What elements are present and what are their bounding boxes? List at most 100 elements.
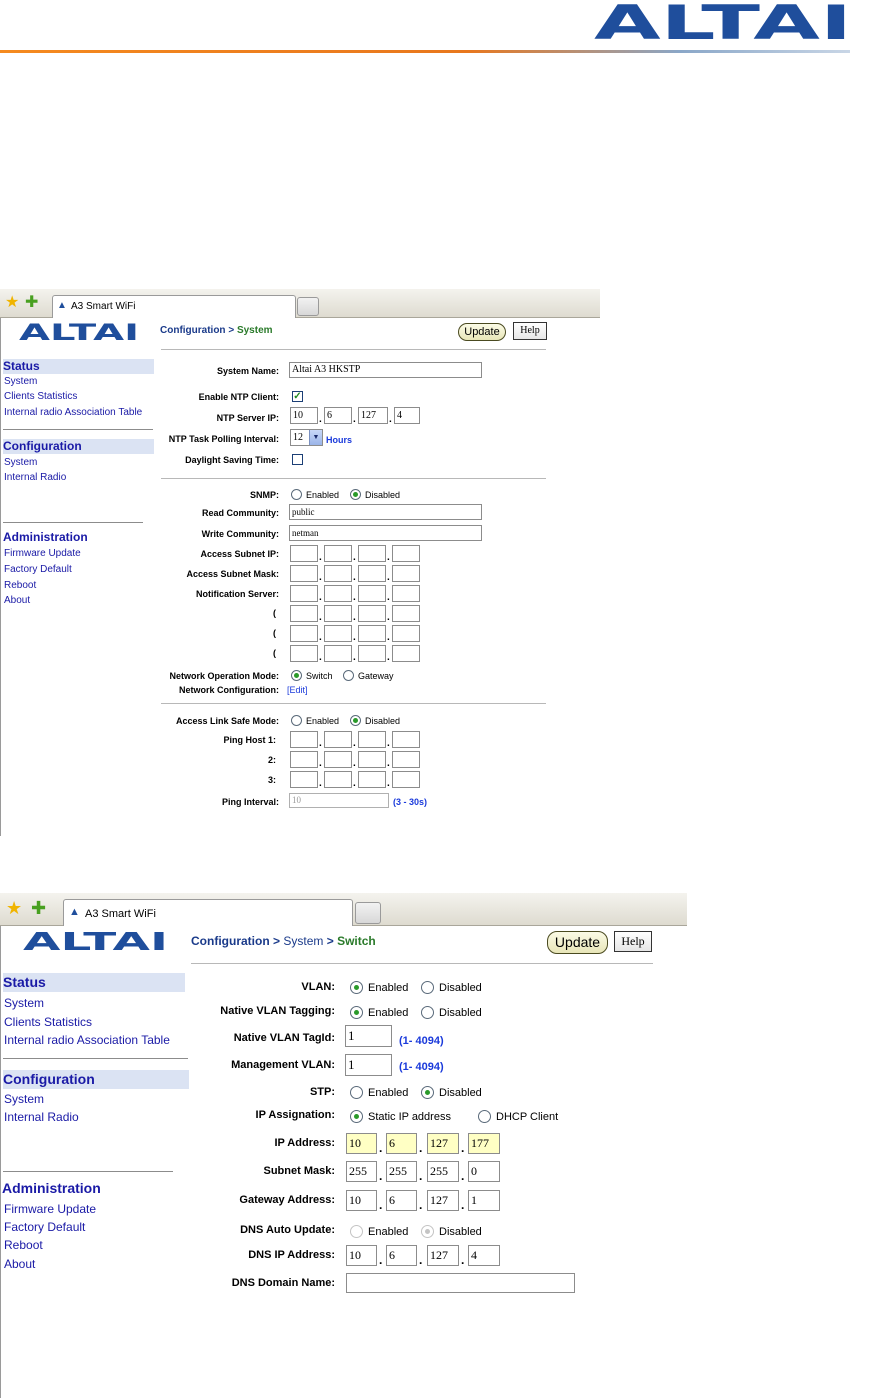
daylight-saving-checkbox[interactable] — [292, 454, 303, 465]
access-subnet-ip-octet-1[interactable] — [290, 545, 318, 562]
nav-status-system[interactable]: System — [4, 376, 37, 387]
add-favorite-icon[interactable]: ✚ — [31, 899, 46, 917]
write-community-input[interactable]: netman — [289, 525, 482, 541]
breadcrumb-configuration[interactable]: Configuration — [160, 325, 226, 336]
nav-clients-statistics[interactable]: Clients Statistics — [4, 1015, 92, 1029]
snmp-enabled-radio[interactable] — [291, 489, 302, 500]
ping-host-2-octet-1[interactable] — [290, 751, 318, 768]
dns-octet-2[interactable]: 6 — [386, 1245, 417, 1266]
new-tab-button[interactable] — [297, 297, 319, 316]
ping-host-3-octet-2[interactable] — [324, 771, 352, 788]
subnet-octet-3[interactable]: 255 — [427, 1161, 459, 1182]
nav-reboot[interactable]: Reboot — [4, 580, 36, 591]
read-community-input[interactable]: public — [289, 504, 482, 520]
dns-octet-1[interactable]: 10 — [346, 1245, 377, 1266]
nav-factory-default[interactable]: Factory Default — [4, 564, 72, 575]
ntp-octet-2[interactable]: 6 — [324, 407, 352, 424]
ntp-octet-4[interactable]: 4 — [394, 407, 420, 424]
add-favorite-icon[interactable]: ✚ — [25, 295, 38, 311]
notification-server-4-octet-3[interactable] — [358, 645, 386, 662]
ping-host-2-octet-2[interactable] — [324, 751, 352, 768]
browser-tab[interactable]: ▲ A3 Smart WiFi — [52, 295, 296, 318]
notification-server-4-octet-4[interactable] — [392, 645, 420, 662]
access-link-disabled-radio[interactable] — [350, 715, 361, 726]
update-button[interactable]: Update — [547, 931, 608, 954]
notification-server-3-octet-1[interactable] — [290, 625, 318, 642]
nav-association-table[interactable]: Internal radio Association Table — [4, 1033, 170, 1047]
access-subnet-ip-octet-3[interactable] — [358, 545, 386, 562]
gateway-octet-2[interactable]: 6 — [386, 1190, 417, 1211]
access-subnet-mask-octet-2[interactable] — [324, 565, 352, 582]
notification-server-3-octet-3[interactable] — [358, 625, 386, 642]
notification-server-3-octet-4[interactable] — [392, 625, 420, 642]
gateway-octet-4[interactable]: 1 — [468, 1190, 500, 1211]
update-button[interactable]: Update — [458, 323, 506, 341]
ping-host-1-octet-3[interactable] — [358, 731, 386, 748]
dns-auto-disabled-radio[interactable] — [421, 1225, 434, 1238]
favorites-star-icon[interactable]: ★ — [5, 295, 19, 311]
subnet-octet-2[interactable]: 255 — [386, 1161, 417, 1182]
ping-host-1-octet-2[interactable] — [324, 731, 352, 748]
subnet-octet-1[interactable]: 255 — [346, 1161, 377, 1182]
notification-server-1-octet-1[interactable] — [290, 585, 318, 602]
notification-server-3-octet-2[interactable] — [324, 625, 352, 642]
native-tagging-enabled-radio[interactable] — [350, 1006, 363, 1019]
nav-reboot[interactable]: Reboot — [4, 1238, 43, 1252]
new-tab-button[interactable] — [355, 902, 381, 924]
dns-octet-4[interactable]: 4 — [468, 1245, 500, 1266]
ntp-octet-3[interactable]: 127 — [358, 407, 388, 424]
favorites-star-icon[interactable]: ★ — [6, 899, 22, 917]
ip-octet-1[interactable]: 10 — [346, 1133, 377, 1154]
ntp-octet-1[interactable]: 10 — [290, 407, 318, 424]
access-subnet-mask-octet-4[interactable] — [392, 565, 420, 582]
ntp-polling-select[interactable]: 12 ▼ — [290, 429, 323, 446]
ip-octet-3[interactable]: 127 — [427, 1133, 459, 1154]
browser-tab[interactable]: ▲ A3 Smart WiFi — [63, 899, 353, 926]
access-link-enabled-radio[interactable] — [291, 715, 302, 726]
dns-octet-3[interactable]: 127 — [427, 1245, 459, 1266]
ip-octet-4[interactable]: 177 — [468, 1133, 500, 1154]
nav-internal-radio[interactable]: Internal Radio — [4, 472, 66, 483]
ping-host-3-octet-3[interactable] — [358, 771, 386, 788]
gateway-octet-1[interactable]: 10 — [346, 1190, 377, 1211]
dns-domain-input[interactable] — [346, 1273, 575, 1293]
ip-static-radio[interactable] — [350, 1110, 363, 1123]
nav-association-table[interactable]: Internal radio Association Table — [4, 407, 142, 418]
notification-server-2-octet-4[interactable] — [392, 605, 420, 622]
breadcrumb-system[interactable]: System — [283, 934, 323, 948]
notification-server-4-octet-2[interactable] — [324, 645, 352, 662]
ping-host-2-octet-4[interactable] — [392, 751, 420, 768]
nav-about[interactable]: About — [4, 595, 30, 606]
subnet-octet-4[interactable]: 0 — [468, 1161, 500, 1182]
network-mode-switch-radio[interactable] — [291, 670, 302, 681]
network-config-edit-link[interactable]: [Edit] — [287, 685, 308, 695]
enable-ntp-checkbox[interactable]: ✓ — [292, 391, 303, 402]
ping-host-3-octet-4[interactable] — [392, 771, 420, 788]
gateway-octet-3[interactable]: 127 — [427, 1190, 459, 1211]
stp-enabled-radio[interactable] — [350, 1086, 363, 1099]
vlan-disabled-radio[interactable] — [421, 981, 434, 994]
management-vlan-input[interactable]: 1 — [345, 1054, 392, 1076]
ping-host-1-octet-1[interactable] — [290, 731, 318, 748]
native-tagging-disabled-radio[interactable] — [421, 1006, 434, 1019]
ping-interval-input[interactable]: 10 — [289, 793, 389, 808]
network-mode-gateway-radio[interactable] — [343, 670, 354, 681]
system-name-input[interactable]: Altai A3 HKSTP — [289, 362, 482, 378]
notification-server-2-octet-2[interactable] — [324, 605, 352, 622]
native-vlan-tagid-input[interactable]: 1 — [345, 1025, 392, 1047]
nav-config-system[interactable]: System — [4, 1092, 44, 1106]
snmp-disabled-radio[interactable] — [350, 489, 361, 500]
ping-host-1-octet-4[interactable] — [392, 731, 420, 748]
nav-clients-statistics[interactable]: Clients Statistics — [4, 391, 77, 402]
ip-octet-2[interactable]: 6 — [386, 1133, 417, 1154]
breadcrumb-configuration[interactable]: Configuration — [191, 934, 270, 948]
access-subnet-ip-octet-2[interactable] — [324, 545, 352, 562]
notification-server-1-octet-3[interactable] — [358, 585, 386, 602]
help-button[interactable]: Help — [614, 931, 652, 952]
help-button[interactable]: Help — [513, 322, 547, 340]
access-subnet-mask-octet-1[interactable] — [290, 565, 318, 582]
nav-internal-radio[interactable]: Internal Radio — [4, 1110, 79, 1124]
stp-disabled-radio[interactable] — [421, 1086, 434, 1099]
notification-server-2-octet-3[interactable] — [358, 605, 386, 622]
notification-server-2-octet-1[interactable] — [290, 605, 318, 622]
